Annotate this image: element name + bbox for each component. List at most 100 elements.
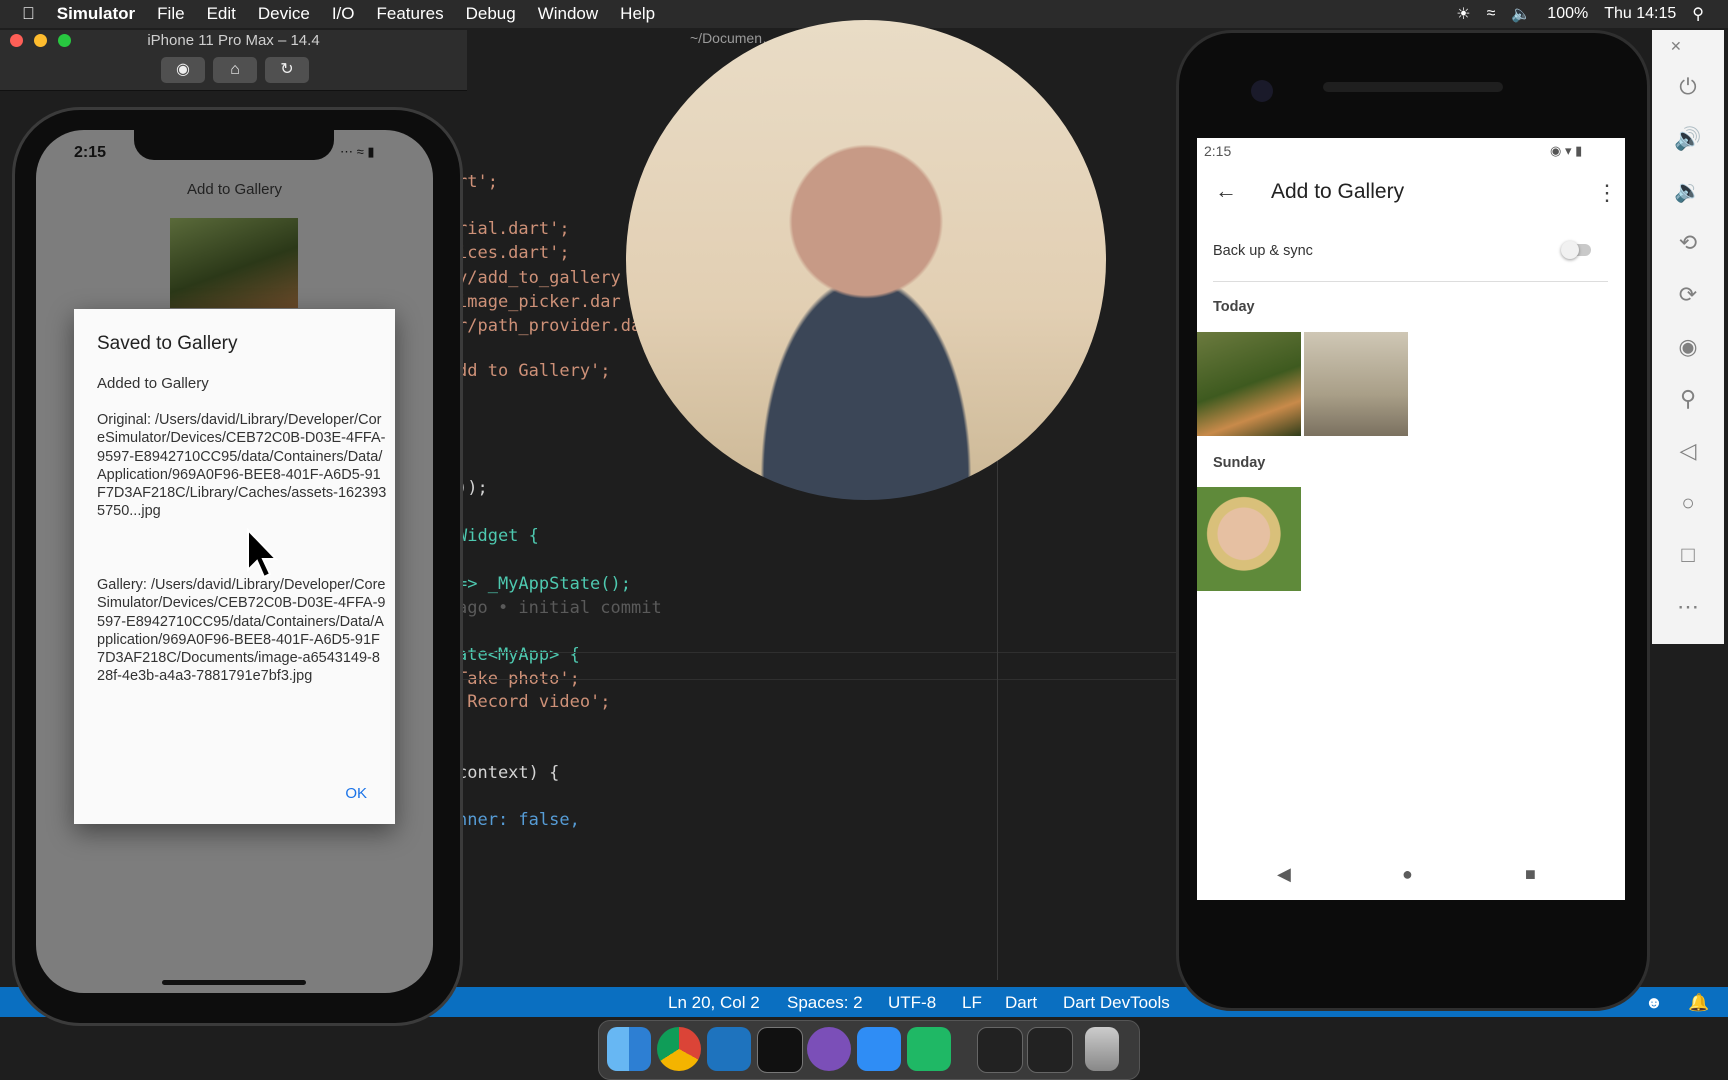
home-icon: ⌂	[230, 61, 240, 78]
close-emulator-icon[interactable]: ✕	[1652, 38, 1728, 55]
code-line[interactable]: => _MyAppState();	[457, 574, 631, 594]
volume-icon[interactable]: 🔈	[1511, 4, 1531, 24]
window-thumbnail-icon[interactable]	[1027, 1027, 1073, 1073]
backup-sync-label: Back up & sync	[1213, 243, 1313, 259]
divider	[1213, 281, 1608, 282]
ios-photo-thumbnail[interactable]	[170, 218, 298, 308]
ios-status-time: 2:15	[74, 144, 107, 161]
dialog-subtitle: Added to Gallery	[97, 375, 209, 392]
menu-debug[interactable]: Debug	[466, 4, 516, 24]
brightness-icon[interactable]: ☀	[1456, 4, 1470, 24]
menu-app-name[interactable]: Simulator	[57, 4, 135, 24]
gallery-photo[interactable]	[1197, 487, 1301, 591]
vscode-icon[interactable]	[707, 1027, 751, 1071]
status-eol[interactable]: LF	[962, 993, 982, 1013]
android-studio-icon[interactable]	[907, 1027, 951, 1071]
back-icon[interactable]: ◁	[1652, 438, 1724, 464]
status-encoding[interactable]: UTF-8	[888, 993, 936, 1013]
menu-edit[interactable]: Edit	[207, 4, 236, 24]
gallery-photo[interactable]	[1197, 332, 1301, 436]
menu-help[interactable]: Help	[620, 4, 655, 24]
dialog-title: Saved to Gallery	[97, 333, 238, 354]
window-thumbnail-icon[interactable]	[977, 1027, 1023, 1073]
camera-icon[interactable]: ◉	[1652, 334, 1724, 360]
rotate-icon: ↻	[280, 61, 294, 78]
code-line[interactable]: r/path_provider.da	[457, 316, 641, 336]
power-icon[interactable]: ⏻	[1652, 74, 1724, 100]
code-line[interactable]: image_picker.dar	[457, 292, 621, 312]
rotate-left-icon[interactable]: ⟲	[1652, 230, 1724, 256]
mouse-cursor-icon	[247, 528, 279, 579]
section-sunday: Sunday	[1213, 455, 1266, 471]
menu-window[interactable]: Window	[538, 4, 598, 24]
screenshot-button[interactable]: ◉	[161, 57, 205, 83]
bell-icon[interactable]: 🔔	[1688, 993, 1709, 1013]
code-line[interactable]: 'Record video';	[457, 692, 611, 712]
code-line[interactable]: y/add_to_gallery	[457, 268, 621, 288]
android-status-time: 2:15	[1204, 143, 1232, 159]
home-button[interactable]: ⌂	[213, 57, 257, 83]
nav-home-icon[interactable]: ●	[1402, 864, 1413, 885]
ios-app-title: Add to Gallery	[186, 181, 283, 198]
iphone-notch	[134, 130, 334, 160]
dock	[598, 1020, 1140, 1080]
menu-io[interactable]: I/O	[332, 4, 355, 24]
android-status-icons: ◉ ▾ ▮	[1550, 143, 1583, 158]
saved-dialog: Saved to Gallery Added to Gallery Origin…	[74, 309, 395, 824]
xcode-icon[interactable]	[857, 1027, 901, 1071]
status-language[interactable]: Dart	[1005, 993, 1037, 1013]
menu-device[interactable]: Device	[258, 4, 310, 24]
section-today: Today	[1213, 299, 1255, 315]
volume-up-icon[interactable]: 🔊	[1652, 126, 1724, 152]
feedback-icon[interactable]: ☻	[1645, 993, 1663, 1013]
github-desktop-icon[interactable]	[807, 1027, 851, 1071]
status-devtools[interactable]: Dart DevTools	[1063, 993, 1170, 1013]
search-icon[interactable]: ⚲	[1692, 4, 1704, 24]
dialog-gallery-path: Gallery: /Users/david/Library/Developer/…	[97, 577, 386, 685]
code-line[interactable]: context) {	[457, 763, 559, 783]
back-arrow-icon[interactable]: ←	[1215, 178, 1237, 204]
android-app-title: Add to Gallery	[1271, 180, 1405, 203]
nav-back-icon[interactable]: ◀	[1277, 864, 1291, 885]
trash-icon[interactable]	[1085, 1027, 1119, 1071]
nav-recents-icon[interactable]: ■	[1525, 864, 1536, 885]
code-line[interactable]: rt';	[457, 172, 498, 192]
dialog-original-path: Original: /Users/david/Library/Developer…	[97, 412, 387, 520]
code-line[interactable]: ago • initial commit	[457, 598, 662, 618]
earpiece	[1323, 82, 1503, 92]
status-indentation[interactable]: Spaces: 2	[787, 993, 863, 1013]
code-line[interactable]: Widget {	[457, 526, 539, 546]
apple-icon[interactable]: 	[22, 4, 35, 24]
home-indicator[interactable]	[162, 980, 306, 985]
home-icon[interactable]: ○	[1652, 490, 1724, 516]
gallery-photo[interactable]	[1304, 332, 1408, 436]
code-line[interactable]: ices.dart';	[457, 243, 570, 263]
rotate-button[interactable]: ↻	[265, 57, 309, 83]
clock[interactable]: Thu 14:15	[1604, 5, 1676, 23]
ruler-line	[997, 460, 998, 980]
finder-icon[interactable]	[607, 1027, 651, 1071]
more-vert-icon[interactable]: ⋮	[1596, 180, 1618, 206]
emulator-toolbar: ✕ ⏻ 🔊 🔉 ⟲ ⟳ ◉ ⚲ ◁ ○ □ ⋯	[1652, 30, 1724, 644]
wifi-icon[interactable]: ≈	[1487, 5, 1496, 23]
code-line[interactable]: nner: false,	[457, 810, 580, 830]
ios-status-icons: ⋯ ≈ ▮	[340, 144, 375, 159]
toggle-knob[interactable]	[1561, 241, 1579, 259]
menu-file[interactable]: File	[157, 4, 184, 24]
code-line[interactable]: rial.dart';	[457, 219, 570, 239]
overview-icon[interactable]: □	[1652, 542, 1724, 568]
simulator-title: iPhone 11 Pro Max – 14.4	[147, 32, 320, 49]
more-icon[interactable]: ⋯	[1652, 594, 1724, 620]
code-line[interactable]: dd to Gallery';	[457, 361, 611, 381]
status-cursor-position[interactable]: Ln 20, Col 2	[668, 993, 760, 1013]
volume-down-icon[interactable]: 🔉	[1652, 178, 1724, 204]
chrome-icon[interactable]	[657, 1027, 701, 1071]
battery-percent[interactable]: 100%	[1547, 5, 1588, 23]
rotate-right-icon[interactable]: ⟳	[1652, 282, 1724, 308]
menu-features[interactable]: Features	[377, 4, 444, 24]
zoom-icon[interactable]: ⚲	[1652, 386, 1724, 412]
current-line-highlight	[440, 652, 1180, 680]
terminal-icon[interactable]	[757, 1027, 803, 1073]
ok-button[interactable]: OK	[345, 785, 367, 802]
webcam-overlay	[626, 20, 1106, 500]
